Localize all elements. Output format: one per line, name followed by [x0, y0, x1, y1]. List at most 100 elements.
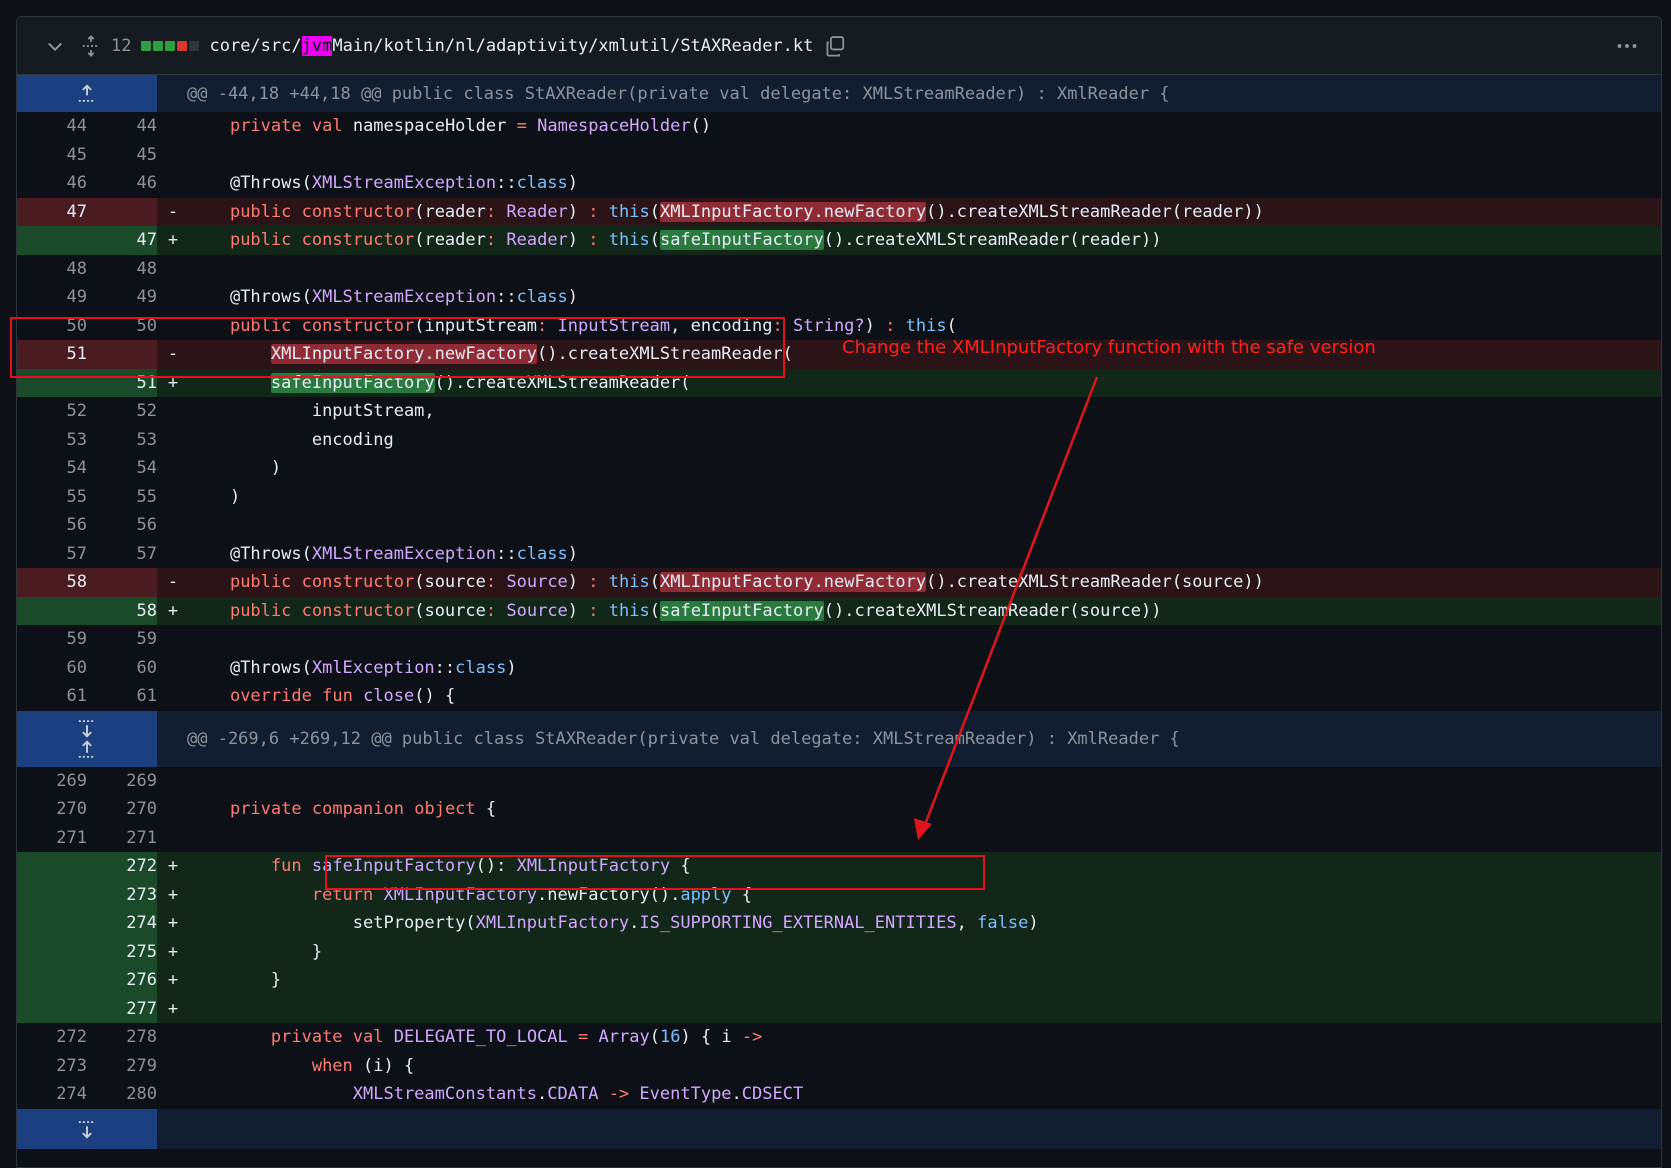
code: @Throws(XmlException::class)	[229, 657, 517, 678]
new-line-number[interactable]: 273	[87, 880, 157, 909]
hunk-header: @@ -269,6 +269,12 @@ public class StAXRe…	[17, 710, 1661, 767]
diffstat-block	[189, 40, 200, 51]
new-line-number[interactable]: 272	[87, 852, 157, 881]
diff-line: 52 52 inputStream,	[17, 397, 1661, 426]
new-line-number[interactable]: 46	[87, 169, 157, 198]
diff-file: 12 core/src/jvmMain/kotlin/nl/adaptivity…	[16, 16, 1662, 1168]
new-line-number[interactable]: 58	[87, 596, 157, 625]
new-line-number[interactable]: 45	[87, 141, 157, 170]
old-line-number[interactable]	[17, 596, 87, 625]
diff-line-added: 277 +	[17, 994, 1661, 1023]
old-line-number[interactable]: 48	[17, 255, 87, 284]
new-line-number[interactable]: 278	[87, 1023, 157, 1052]
new-line-number[interactable]: 279	[87, 1052, 157, 1081]
new-line-number[interactable]: 57	[87, 540, 157, 569]
old-line-number[interactable]: 59	[17, 625, 87, 654]
new-line-number[interactable]: 271	[87, 824, 157, 853]
copy-icon[interactable]	[823, 34, 847, 58]
hunk-footer	[17, 1108, 1661, 1149]
path-prefix: core/src/	[209, 35, 302, 56]
expand-all-icon[interactable]	[79, 34, 103, 58]
code	[189, 511, 1661, 540]
chevron-down-icon[interactable]	[43, 34, 67, 58]
old-line-number[interactable]: 55	[17, 483, 87, 512]
old-line-number[interactable]: 271	[17, 824, 87, 853]
old-line-number[interactable]: 56	[17, 511, 87, 540]
new-line-number[interactable]: 53	[87, 426, 157, 455]
more-options-icon[interactable]	[1615, 34, 1639, 58]
new-line-number[interactable]: 277	[87, 994, 157, 1023]
diff-line: 271 271	[17, 823, 1661, 853]
old-line-number[interactable]	[17, 880, 87, 909]
new-line-number[interactable]: 276	[87, 966, 157, 995]
diff-line: 57 57 @Throws(XMLStreamException::class)	[17, 539, 1661, 569]
file-path[interactable]: core/src/jvmMain/kotlin/nl/adaptivity/xm…	[209, 35, 814, 56]
diff-line: 44 44 private val namespaceHolder = Names…	[17, 112, 1661, 141]
new-line-number[interactable]: 60	[87, 654, 157, 683]
code: encoding	[311, 429, 394, 450]
new-line-number[interactable]	[87, 568, 157, 597]
code: public constructor(reader: Reader) : thi…	[229, 201, 1264, 222]
new-line-number[interactable]: 274	[87, 909, 157, 938]
old-line-number[interactable]: 52	[17, 397, 87, 426]
new-line-number[interactable]: 61	[87, 682, 157, 711]
new-line-number[interactable]: 48	[87, 255, 157, 284]
code	[189, 141, 1661, 170]
new-line-number[interactable]: 52	[87, 397, 157, 426]
old-line-number[interactable]: 58	[17, 568, 87, 597]
code: private val DELEGATE_TO_LOCAL = Array(16…	[270, 1027, 763, 1047]
old-line-number[interactable]: 60	[17, 654, 87, 683]
code: @Throws(XMLStreamException::class)	[229, 543, 578, 564]
hunk-text: @@ -44,18 +44,18 @@ public class StAXRea…	[187, 83, 1170, 104]
expand-down-button[interactable]	[17, 1108, 157, 1149]
old-line-number[interactable]: 61	[17, 682, 87, 711]
expand-up-icon	[78, 83, 96, 102]
old-line-number[interactable]: 54	[17, 454, 87, 483]
expand-up-button[interactable]	[17, 75, 157, 112]
old-line-number[interactable]	[17, 994, 87, 1023]
old-line-number[interactable]: 46	[17, 169, 87, 198]
new-line-number[interactable]: 59	[87, 625, 157, 654]
old-line-number[interactable]: 274	[17, 1080, 87, 1109]
old-line-number[interactable]	[17, 937, 87, 966]
new-line-number[interactable]: 44	[87, 112, 157, 141]
old-line-number[interactable]: 49	[17, 283, 87, 312]
new-line-number[interactable]	[87, 197, 157, 226]
expand-down-icon	[78, 719, 96, 738]
old-line-number[interactable]: 272	[17, 1023, 87, 1052]
diff-line: 272 278 private val DELEGATE_TO_LOCAL = A…	[17, 1023, 1661, 1052]
new-line-number[interactable]: 55	[87, 483, 157, 512]
new-line-number[interactable]: 275	[87, 937, 157, 966]
new-line-number[interactable]: 49	[87, 283, 157, 312]
old-line-number[interactable]: 269	[17, 767, 87, 796]
diff-line: 45 45	[17, 140, 1661, 170]
old-line-number[interactable]	[17, 852, 87, 881]
highlight-box-constructor	[10, 317, 785, 378]
old-line-number[interactable]	[17, 909, 87, 938]
old-line-number[interactable]	[17, 226, 87, 255]
old-line-number[interactable]: 44	[17, 112, 87, 141]
old-line-number[interactable]: 273	[17, 1052, 87, 1081]
old-line-number[interactable]: 53	[17, 426, 87, 455]
old-line-number[interactable]: 270	[17, 795, 87, 824]
diff-line-added: 274 + setProperty(XMLInputFactory.IS_SUPP…	[17, 909, 1661, 938]
old-line-number[interactable]	[17, 966, 87, 995]
new-line-number[interactable]: 280	[87, 1080, 157, 1109]
new-line-number[interactable]: 270	[87, 795, 157, 824]
new-line-number[interactable]: 56	[87, 511, 157, 540]
old-line-number[interactable]: 45	[17, 141, 87, 170]
new-line-number[interactable]: 47	[87, 226, 157, 255]
old-line-number[interactable]: 57	[17, 540, 87, 569]
old-line-number[interactable]: 47	[17, 197, 87, 226]
diff-line: 48 48	[17, 254, 1661, 284]
path-suffix: Main/kotlin/nl/adaptivity/xmlutil/StAXRe…	[332, 35, 814, 56]
new-line-number[interactable]: 269	[87, 767, 157, 796]
diff-line: 274 280 XMLStreamConstants.CDATA -> Event…	[17, 1080, 1661, 1109]
code: }	[311, 941, 323, 962]
diffstat-block	[177, 40, 188, 51]
diff-line-added: 47 + public constructor(reader: Reader) :…	[17, 226, 1661, 255]
expand-button[interactable]	[17, 710, 157, 767]
annotation-note: Change the XMLInputFactory function with…	[842, 337, 1376, 358]
new-line-number[interactable]: 54	[87, 454, 157, 483]
code: override fun close() {	[229, 686, 456, 706]
